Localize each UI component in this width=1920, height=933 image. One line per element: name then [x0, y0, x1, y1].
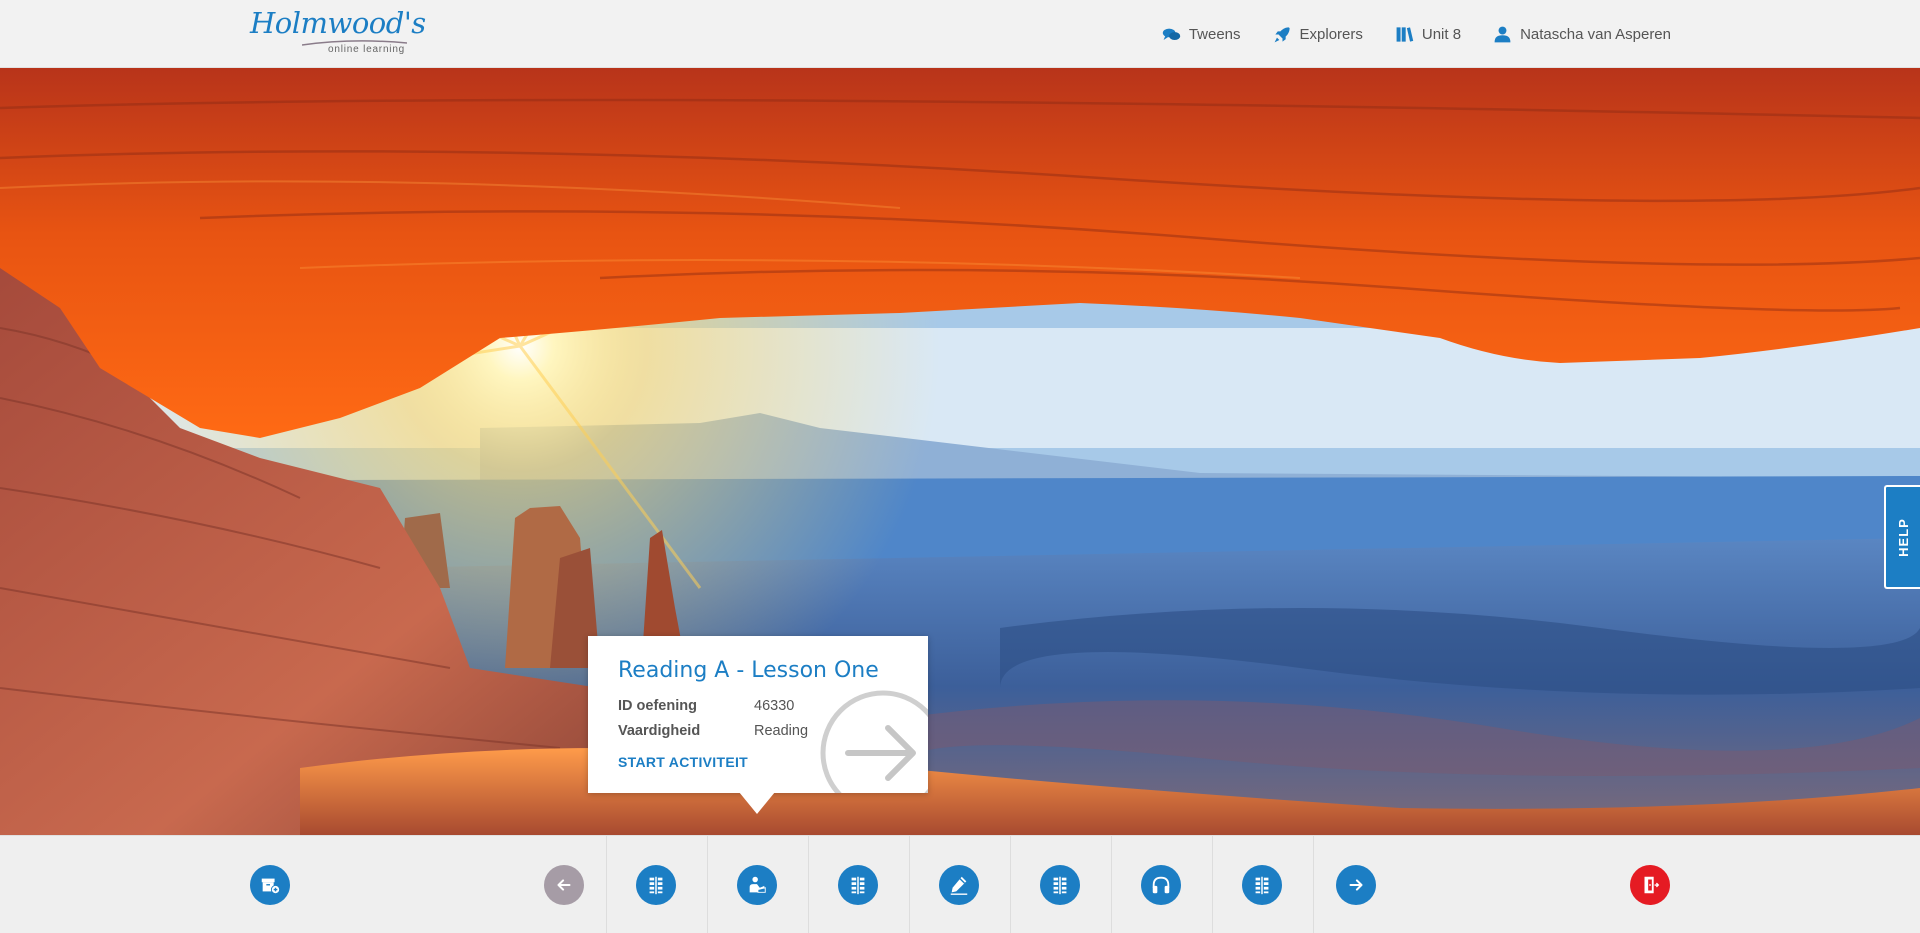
- writing-button[interactable]: [939, 865, 979, 905]
- grid-icon: [1053, 876, 1067, 895]
- listening-button[interactable]: [1141, 865, 1181, 905]
- toolbar-divider: [1010, 836, 1011, 933]
- rocket-icon: [1274, 26, 1290, 42]
- nav-item-explorers[interactable]: Explorers: [1273, 25, 1363, 44]
- toolbar-divider: [1313, 836, 1314, 933]
- reading-button[interactable]: [737, 865, 777, 905]
- archive-icon: [261, 878, 281, 895]
- activity-card: Reading A - Lesson One ID oefening 46330 …: [588, 636, 928, 793]
- activity-id-label: ID oefening: [618, 698, 697, 714]
- activity-toolbar: [0, 835, 1920, 933]
- exit-button[interactable]: [1630, 865, 1670, 905]
- activity-title: Reading A - Lesson One: [618, 658, 879, 683]
- logo-script-text: Holmwood's: [250, 6, 426, 40]
- next-button[interactable]: [1336, 865, 1376, 905]
- toolbar-divider: [1212, 836, 1213, 933]
- logo-subtitle: online learning: [328, 44, 406, 55]
- pencil-icon: [950, 876, 968, 895]
- arrow-right-icon: [1349, 879, 1363, 891]
- headphones-icon: [1152, 876, 1170, 894]
- activity-id-row: ID oefening 46330: [618, 698, 794, 714]
- nav-label: Tweens: [1188, 25, 1241, 43]
- main-nav: Tweens Explorers Unit 8 Natascha van Asp…: [1130, 0, 1671, 68]
- activity-skill-label: Vaardigheid: [618, 723, 701, 739]
- nav-item-unit[interactable]: Unit 8: [1395, 25, 1461, 44]
- activity-grid-button-1[interactable]: [636, 865, 676, 905]
- chat-bubbles-icon: [1162, 28, 1181, 40]
- archive-button[interactable]: [250, 865, 290, 905]
- nav-item-tweens[interactable]: Tweens: [1162, 25, 1241, 44]
- exit-door-icon: [1644, 876, 1660, 894]
- activity-skill-value: Reading: [754, 723, 809, 739]
- holmwoods-logo[interactable]: Holmwood's online learning: [250, 6, 426, 60]
- activity-grid-button-2[interactable]: [838, 865, 878, 905]
- books-icon: [1396, 26, 1414, 42]
- arrow-right-circle-icon[interactable]: [818, 688, 928, 793]
- reading-icon: [749, 876, 766, 893]
- activity-grid-button-3[interactable]: [1040, 865, 1080, 905]
- card-pointer: [739, 792, 775, 814]
- arrow-left-icon: [557, 879, 571, 891]
- grid-icon: [851, 876, 865, 895]
- activity-grid-button-4[interactable]: [1242, 865, 1282, 905]
- toolbar-divider: [606, 836, 607, 933]
- help-tab[interactable]: HELP: [1884, 485, 1920, 589]
- user-icon: [1494, 26, 1511, 42]
- nav-label: Explorers: [1299, 25, 1363, 43]
- grid-icon: [649, 876, 663, 895]
- activity-id-value: 46330: [754, 698, 795, 714]
- hero-background: HELP: [0, 68, 1920, 835]
- toolbar-divider: [707, 836, 708, 933]
- top-header: Holmwood's online learning Tweens Explor…: [0, 0, 1920, 68]
- toolbar-divider: [909, 836, 910, 933]
- desert-arch-photo: [0, 68, 1920, 835]
- toolbar-divider: [808, 836, 809, 933]
- previous-button[interactable]: [544, 865, 584, 905]
- activity-skill-row: Vaardigheid Reading: [618, 723, 808, 739]
- nav-label: Unit 8: [1421, 25, 1462, 43]
- toolbar-divider: [1111, 836, 1112, 933]
- start-activity-link[interactable]: START ACTIVITEIT: [618, 754, 748, 770]
- grid-icon: [1255, 876, 1269, 895]
- nav-label: Natascha van Asperen: [1520, 25, 1671, 43]
- help-label: HELP: [1895, 517, 1911, 557]
- nav-item-user[interactable]: Natascha van Asperen: [1493, 25, 1671, 44]
